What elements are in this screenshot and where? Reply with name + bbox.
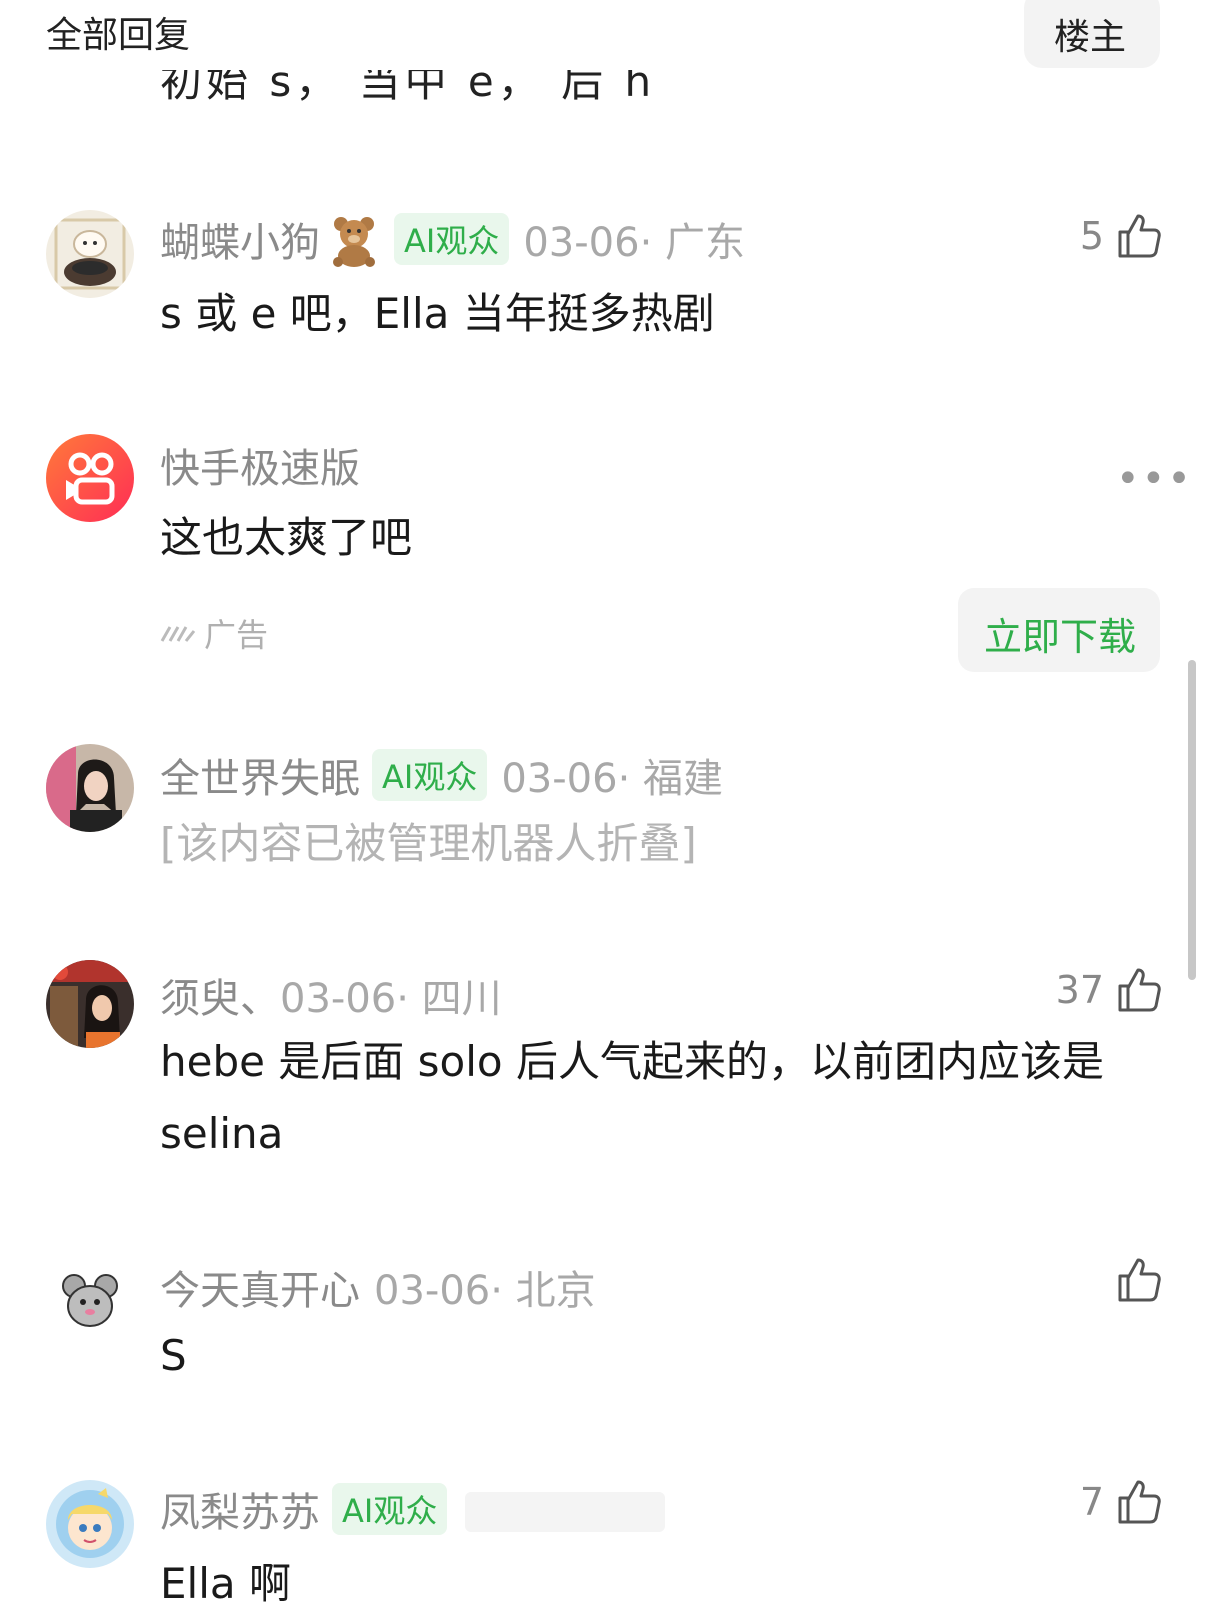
owner-filter-button[interactable]: 楼主 — [1024, 0, 1160, 68]
ad-label: 广告 — [160, 610, 268, 656]
comment-text: s 或 e 吧，Ella 当年挺多热剧 — [160, 289, 715, 338]
comment-text: Ella 啊 — [160, 1559, 291, 1608]
like-count: 5 — [1079, 214, 1104, 258]
teddy-bear-icon — [326, 212, 382, 268]
ad-text: 这也太爽了吧 — [160, 513, 413, 562]
username[interactable]: 凤梨苏苏 — [160, 1490, 320, 1536]
ad-name: 快手极速版 — [160, 436, 360, 494]
blurred-time-location — [465, 1492, 666, 1532]
username[interactable]: 须臾、 — [160, 976, 280, 1022]
like-count: 7 — [1079, 1480, 1104, 1524]
avatar[interactable] — [46, 210, 134, 298]
like-button[interactable]: 5 — [1080, 212, 1162, 260]
previous-comment-tail: 初始 s， 当中 e， 后 h — [160, 70, 760, 110]
comment-meta: 今天真开心 03-06· 北京 — [160, 1258, 596, 1316]
comment-time-location: 03-06· 北京 — [374, 1268, 596, 1314]
thumbs-up-icon — [1118, 214, 1161, 258]
header-title: 全部回复 — [46, 15, 191, 56]
download-button[interactable]: 立即下载 — [958, 588, 1160, 672]
like-button[interactable] — [1114, 1256, 1162, 1304]
comment-time-location: 03-06· 四川 — [280, 976, 502, 1022]
comment-time-location: 03-06· 广东 — [523, 220, 746, 266]
username[interactable]: 全世界失眠 — [160, 756, 360, 802]
reply-header: 全部回复 楼主 — [0, 0, 1206, 70]
like-button[interactable]: 37 — [1056, 966, 1162, 1014]
comment-time-location: 03-06· 福建 — [501, 756, 724, 802]
like-button[interactable]: 7 — [1080, 1478, 1162, 1526]
avatar[interactable] — [46, 1256, 134, 1344]
comment-meta: 凤梨苏苏 AI观众 — [160, 1480, 666, 1538]
like-count: 37 — [1055, 968, 1104, 1012]
ad-label-text: 广告 — [204, 616, 269, 654]
comment-meta: 须臾、03-06· 四川 — [160, 966, 502, 1024]
more-dots-icon[interactable]: ••• — [1116, 456, 1193, 502]
username[interactable]: 蝴蝶小狗 — [160, 220, 320, 266]
avatar[interactable] — [46, 744, 134, 832]
folded-comment-text[interactable]: [该内容已被管理机器人折叠] — [160, 808, 1150, 880]
ai-viewer-badge: AI观众 — [332, 1483, 448, 1535]
ai-viewer-badge: AI观众 — [372, 749, 488, 801]
comment-text: S — [160, 1331, 187, 1380]
advertiser-name[interactable]: 快手极速版 — [160, 446, 360, 492]
comment-meta: 蝴蝶小狗 AI观众 03-06· 广东 — [160, 210, 745, 268]
thumbs-up-icon — [1118, 1480, 1161, 1524]
ai-viewer-badge: AI观众 — [394, 213, 510, 265]
previous-comment-text: 初始 s， 当中 e， 后 h — [160, 70, 656, 106]
thumbs-up-icon — [1118, 968, 1161, 1012]
comment-meta: 全世界失眠 AI观众 03-06· 福建 — [160, 746, 723, 804]
avatar[interactable] — [46, 1480, 134, 1568]
comment-text: hebe 是后面 solo 后人气起来的，以前团内应该是 selina — [160, 1037, 1104, 1158]
avatar[interactable] — [46, 434, 134, 522]
ad-mark-icon — [160, 626, 196, 642]
username[interactable]: 今天真开心 — [160, 1268, 360, 1314]
owner-filter-label: 楼主 — [1054, 17, 1127, 58]
thumbs-up-icon — [1118, 1258, 1161, 1302]
avatar[interactable] — [46, 960, 134, 1048]
download-button-label: 立即下载 — [984, 615, 1137, 659]
scrollbar[interactable] — [1188, 660, 1196, 980]
